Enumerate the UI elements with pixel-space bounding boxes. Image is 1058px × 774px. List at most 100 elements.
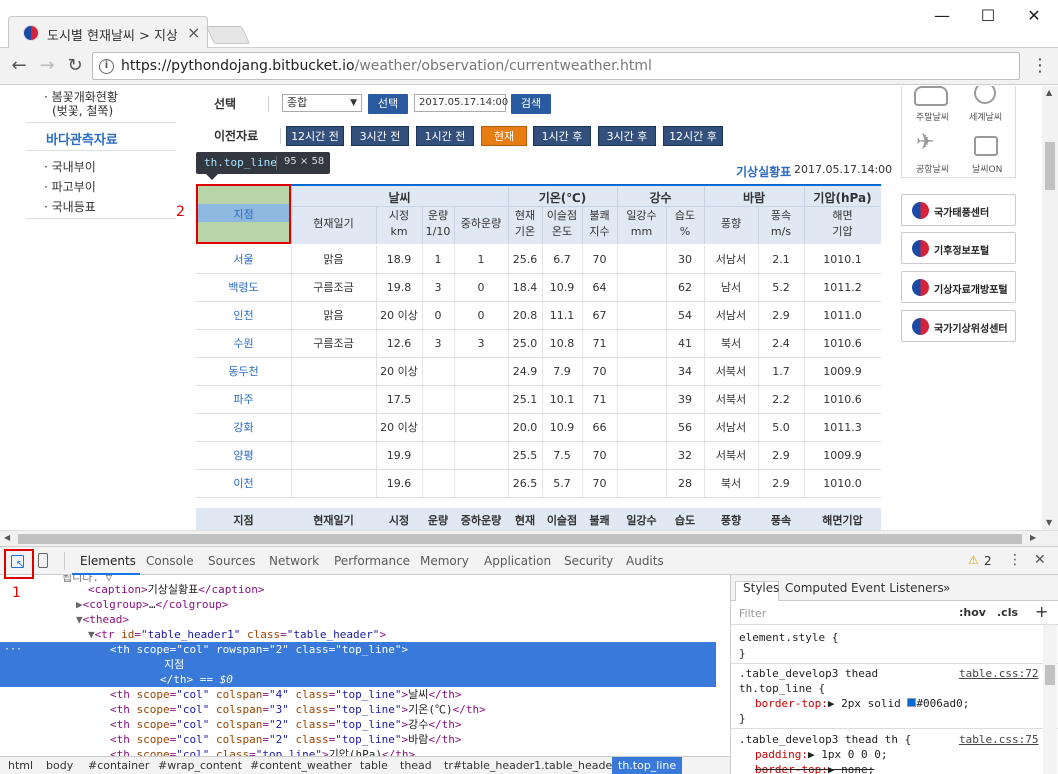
- nav-1h-before[interactable]: 1시간 전: [416, 126, 474, 146]
- menu-section-sea[interactable]: 바다관측자료: [46, 129, 118, 148]
- page-vertical-scrollbar[interactable]: ▲ ▼: [1042, 86, 1058, 530]
- station-link[interactable]: 강화: [196, 421, 291, 435]
- maximize-button[interactable]: ☐: [966, 4, 1010, 28]
- crumb-container[interactable]: #container: [88, 759, 149, 772]
- banner-climate[interactable]: 기후정보포털: [901, 232, 1016, 264]
- more-icon[interactable]: ···: [4, 642, 22, 657]
- tab-application[interactable]: Application: [484, 554, 551, 568]
- devtools-menu-icon[interactable]: ⋮: [1008, 552, 1022, 568]
- scroll-up-icon[interactable]: ▲: [1046, 88, 1052, 97]
- tab-network[interactable]: Network: [269, 554, 319, 568]
- code-line-th-wind[interactable]: <th scope="col" colspan="2" class="top_l…: [0, 732, 716, 747]
- color-swatch[interactable]: [907, 698, 917, 707]
- tab-event-listeners[interactable]: Event Listeners: [851, 581, 944, 595]
- tab-security[interactable]: Security: [564, 554, 613, 568]
- nav-12h-before[interactable]: 12시간 전: [286, 126, 344, 146]
- select-button[interactable]: 선택: [368, 94, 408, 114]
- scroll-left-icon[interactable]: ◀: [4, 533, 10, 542]
- tab-close-icon[interactable]: ×: [187, 23, 200, 42]
- link-world[interactable]: 세계날씨: [969, 110, 1002, 123]
- station-link[interactable]: 이천: [196, 477, 291, 491]
- crumb-wrap-content[interactable]: #wrap_content: [158, 759, 242, 772]
- scrollbar-thumb[interactable]: [1045, 665, 1055, 685]
- tab-memory[interactable]: Memory: [420, 554, 469, 568]
- nav-1h-after[interactable]: 1시간 후: [533, 126, 591, 146]
- nav-12h-after[interactable]: 12시간 후: [663, 126, 723, 146]
- minimize-button[interactable]: —: [920, 4, 964, 28]
- rule3-val2[interactable]: none;: [841, 763, 874, 774]
- info-icon[interactable]: i: [99, 59, 114, 74]
- banner-typhoon[interactable]: 국가태풍센터: [901, 194, 1016, 226]
- scroll-right-icon[interactable]: ▶: [1030, 533, 1036, 542]
- warning-count[interactable]: 2: [984, 554, 992, 568]
- code-line-colgroup[interactable]: ▶<colgroup>…</colgroup>: [0, 597, 716, 612]
- rule2-selector-2[interactable]: th.top_line {: [739, 682, 825, 695]
- datetime-input[interactable]: 2017.05.17.14:00: [414, 94, 508, 112]
- cls-toggle[interactable]: .cls: [997, 606, 1018, 619]
- styles-scrollbar[interactable]: [1043, 625, 1057, 774]
- crumb-tr[interactable]: tr#table_header1.table_header: [444, 759, 617, 772]
- devtools-close-icon[interactable]: ✕: [1034, 552, 1046, 568]
- tab-console[interactable]: Console: [146, 554, 194, 568]
- crumb-body[interactable]: body: [46, 759, 73, 772]
- tab-performance[interactable]: Performance: [334, 554, 410, 568]
- back-icon[interactable]: ←: [6, 54, 32, 78]
- crumb-th-active[interactable]: th.top_line: [612, 757, 683, 774]
- station-link[interactable]: 동두천: [196, 365, 291, 379]
- tab-audits[interactable]: Audits: [626, 554, 664, 568]
- browser-menu-icon[interactable]: ⋮: [1030, 54, 1050, 78]
- station-link[interactable]: 파주: [196, 393, 291, 407]
- crumb-html[interactable]: html: [8, 759, 33, 772]
- browser-tab[interactable]: 도시별 현재날씨 > 지상 ×: [8, 16, 208, 48]
- warning-icon[interactable]: ⚠: [968, 553, 979, 567]
- filter-input[interactable]: Filter: [739, 607, 766, 620]
- tv-icon[interactable]: [974, 136, 998, 156]
- close-window-button[interactable]: ✕: [1012, 4, 1056, 28]
- tab-styles[interactable]: Styles: [743, 581, 779, 595]
- station-link[interactable]: 서울: [196, 253, 291, 267]
- car-icon[interactable]: [914, 86, 948, 106]
- menu-item-wave-buoy[interactable]: · 파고부이: [44, 178, 96, 195]
- device-toolbar-icon[interactable]: [38, 553, 48, 568]
- rule2-color[interactable]: #006ad0;: [916, 697, 969, 710]
- station-link[interactable]: 백령도: [196, 281, 291, 295]
- rule2-selector-1[interactable]: .table_develop3 thead: [739, 667, 878, 680]
- rule3-source-link[interactable]: table.css:75: [959, 733, 1038, 746]
- rule3-val1[interactable]: 1px 0 0 0;: [821, 748, 887, 761]
- url-input[interactable]: i https://pythondojang.bitbucket.io/weat…: [92, 52, 1020, 80]
- link-weather-on[interactable]: 날씨ON: [972, 162, 1002, 175]
- station-link[interactable]: 수원: [196, 337, 291, 351]
- new-tab-button[interactable]: [205, 26, 251, 44]
- hov-toggle[interactable]: :hov: [959, 606, 986, 619]
- rule2-prop[interactable]: border-top:: [755, 697, 828, 710]
- station-link[interactable]: 인천: [196, 309, 291, 323]
- rule3-prop1[interactable]: padding:: [755, 748, 808, 761]
- rule3-prop2[interactable]: border-top:: [755, 763, 828, 774]
- forward-icon[interactable]: →: [34, 54, 60, 78]
- scrollbar-thumb[interactable]: [18, 534, 1022, 544]
- more-tabs-icon[interactable]: »: [943, 581, 950, 595]
- code-line-th-rain[interactable]: <th scope="col" colspan="2" class="top_l…: [0, 717, 716, 732]
- scrollbar-thumb[interactable]: [1045, 142, 1055, 190]
- menu-item-buoy[interactable]: · 국내부이: [44, 158, 96, 175]
- code-line-selected-th[interactable]: ··· <th scope="col" rowspan="2" class="t…: [0, 642, 716, 687]
- tab-sources[interactable]: Sources: [208, 554, 255, 568]
- rule3-selector[interactable]: .table_develop3 thead th {: [739, 733, 911, 746]
- crumb-thead[interactable]: thead: [400, 759, 432, 772]
- nav-3h-after[interactable]: 3시간 후: [598, 126, 656, 146]
- nav-current[interactable]: 현재: [481, 126, 527, 146]
- add-rule-icon[interactable]: +: [1035, 602, 1048, 621]
- region-select[interactable]: 종합 ▼: [282, 94, 362, 112]
- tab-elements[interactable]: Elements: [80, 554, 136, 568]
- code-line-th-weather[interactable]: <th scope="col" colspan="4" class="top_l…: [0, 687, 716, 702]
- crumb-table[interactable]: table: [360, 759, 388, 772]
- elements-tree[interactable]: 됩니다. ▽ <caption>기상실황표</caption> ▶<colgro…: [0, 575, 716, 757]
- airplane-icon[interactable]: ✈: [916, 130, 934, 155]
- reload-icon[interactable]: ↻: [62, 54, 88, 78]
- banner-satellite[interactable]: 국가기상위성센터: [901, 310, 1016, 342]
- nav-3h-before[interactable]: 3시간 전: [351, 126, 409, 146]
- station-link[interactable]: 양평: [196, 449, 291, 463]
- page-horizontal-scrollbar[interactable]: ◀ ▶: [0, 530, 1058, 546]
- link-weekend[interactable]: 주말날씨: [916, 110, 949, 123]
- code-line-caption[interactable]: <caption>기상실황표</caption>: [0, 582, 716, 597]
